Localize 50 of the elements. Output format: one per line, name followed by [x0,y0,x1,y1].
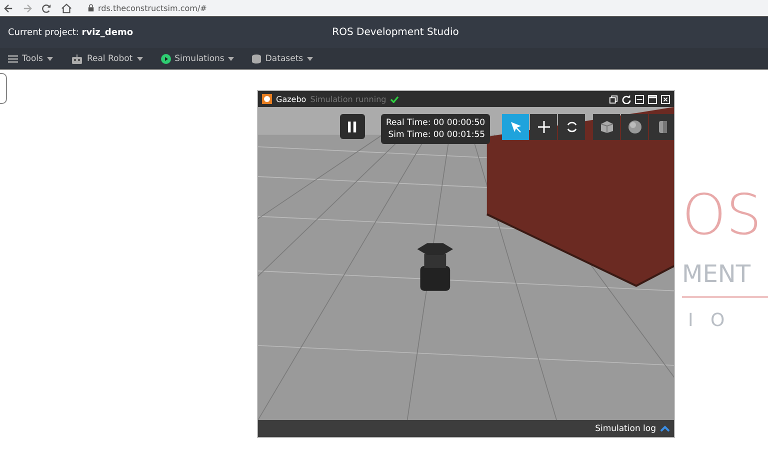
restore-icon[interactable] [609,94,618,104]
sim-time-text: Sim Time: 00 00:01:55 [388,129,486,141]
check-icon [390,96,400,102]
maximize-icon[interactable] [648,94,657,104]
refresh-icon[interactable] [622,94,631,104]
simulation-log-button[interactable]: Simulation log [595,424,670,434]
caret-icon [228,56,234,60]
window-title: Gazebo [276,94,306,104]
caret-icon [307,56,314,60]
nav-menu-button[interactable]: Datasets [250,54,316,64]
app-title: ROS Development Studio [332,27,459,38]
caret-icon [136,56,143,60]
gazebo-logo-icon [262,94,272,104]
robot-drawing [417,243,454,291]
lock-icon [88,4,94,12]
pause-icon [348,120,357,132]
database-icon [252,54,262,64]
real-time-text: Real Time: 00 00:00:50 [386,117,486,129]
cube-icon [600,120,614,134]
box-shape-button[interactable] [593,114,620,140]
pause-button[interactable] [340,114,365,139]
address-bar[interactable]: rds.theconstructsim.com/# [82,1,207,15]
url-text: rds.theconstructsim.com/# [98,4,207,12]
sphere-icon [628,120,642,134]
home-icon[interactable] [61,2,72,14]
caret-icon [46,56,53,60]
cylinder-icon [658,120,668,134]
move-icon [538,121,550,133]
chevron-up-icon [660,425,670,432]
reload-icon[interactable] [42,4,51,12]
close-icon[interactable] [661,94,670,104]
status-text: Simulation running [310,94,386,104]
tool-button[interactable] [558,114,586,140]
cursor-icon [510,121,522,133]
tool-button[interactable] [530,114,558,140]
back-icon[interactable] [4,4,13,12]
logo-letters: I O [688,310,725,331]
menu-icon [8,54,18,62]
nav-menu-button[interactable]: Tools [6,54,55,64]
logo-letters: OS [682,188,762,244]
logo-word: MENT [682,262,750,286]
current-project-text: Current project: rviz_demo [8,28,134,38]
rotate-icon [566,121,578,133]
cylinder-shape-button[interactable] [649,114,674,140]
nav-menu-button[interactable]: Real Robot [68,54,145,64]
minimize-icon[interactable] [635,94,644,104]
play-icon [160,54,171,64]
robot-icon [70,54,83,64]
sphere-shape-button[interactable] [621,114,648,140]
nav-menu-button[interactable]: Simulations [158,54,236,64]
